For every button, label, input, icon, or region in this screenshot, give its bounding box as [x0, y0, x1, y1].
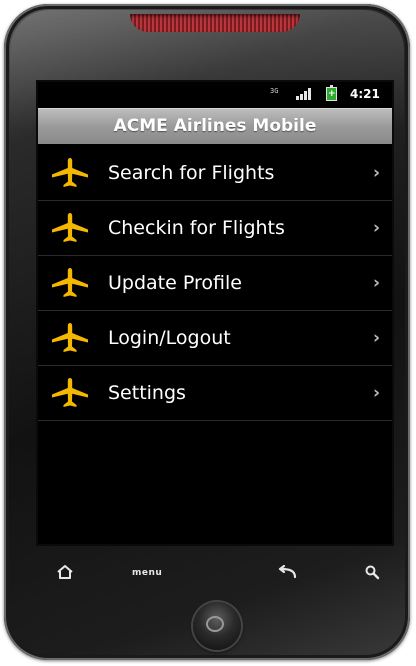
earpiece-speaker [130, 14, 300, 32]
menu-item-update-profile[interactable]: Update Profile › [38, 256, 392, 311]
menu-item-label: Update Profile [108, 272, 242, 294]
back-arrow-icon[interactable] [277, 565, 297, 579]
menu-item-search-flights[interactable]: Search for Flights › [38, 146, 392, 201]
status-clock: 4:21 [350, 87, 380, 101]
home-icon[interactable] [56, 564, 74, 580]
app-title-bar: ACME Airlines Mobile [38, 108, 392, 144]
menu-item-settings[interactable]: Settings › [38, 366, 392, 421]
search-icon[interactable] [364, 564, 380, 580]
airplane-icon [52, 213, 88, 242]
menu-hardware-key[interactable]: menu [132, 567, 162, 579]
main-menu-list: Search for Flights › Checkin for Flights… [38, 146, 392, 421]
chevron-right-icon: › [372, 273, 380, 293]
airplane-icon [52, 378, 88, 407]
menu-item-login-logout[interactable]: Login/Logout › [38, 311, 392, 366]
chevron-right-icon: › [372, 163, 380, 183]
network-type-icon: 3G [270, 87, 279, 95]
airplane-icon [52, 158, 88, 187]
menu-item-label: Search for Flights [108, 162, 275, 184]
phone-device: 3G + 4:21 ACME Airlines Mobile Search fo… [4, 4, 410, 660]
battery-icon: + [326, 85, 337, 101]
phone-screen: 3G + 4:21 ACME Airlines Mobile Search fo… [38, 82, 392, 544]
chevron-right-icon: › [372, 328, 380, 348]
signal-strength-icon [296, 88, 314, 100]
airplane-icon [52, 268, 88, 297]
chevron-right-icon: › [372, 383, 380, 403]
menu-item-checkin-flights[interactable]: Checkin for Flights › [38, 201, 392, 256]
chevron-right-icon: › [372, 218, 380, 238]
menu-item-label: Login/Logout [108, 327, 231, 349]
status-bar: 3G + 4:21 [38, 82, 392, 106]
trackball-button[interactable] [193, 602, 241, 650]
menu-item-label: Checkin for Flights [108, 217, 285, 239]
airplane-icon [52, 323, 88, 352]
app-title: ACME Airlines Mobile [113, 116, 317, 136]
menu-item-label: Settings [108, 382, 186, 404]
